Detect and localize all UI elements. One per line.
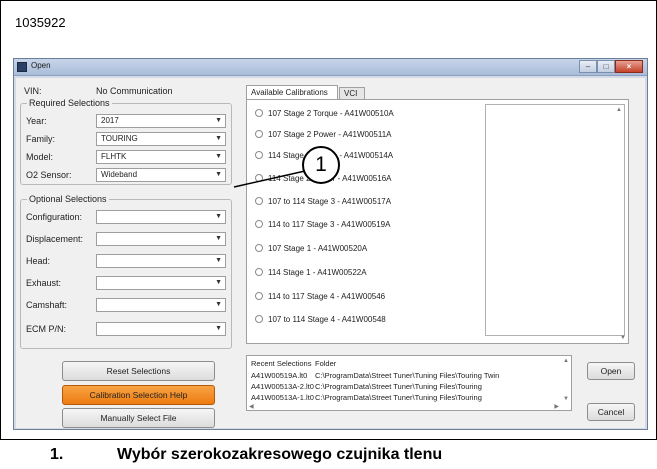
callout-leader-line [233,170,306,188]
figure-frame: 1035922 Open – □ × VIN: No Communication… [0,0,657,440]
caption-number: 1. [50,446,64,463]
callout-number: 1 [302,146,340,184]
caption-text: Wybór szerokozakresowego czujnika tlenu [117,446,443,463]
figure-caption: 1. Wybór szerokozakresowego czujnika tlen… [50,446,442,464]
